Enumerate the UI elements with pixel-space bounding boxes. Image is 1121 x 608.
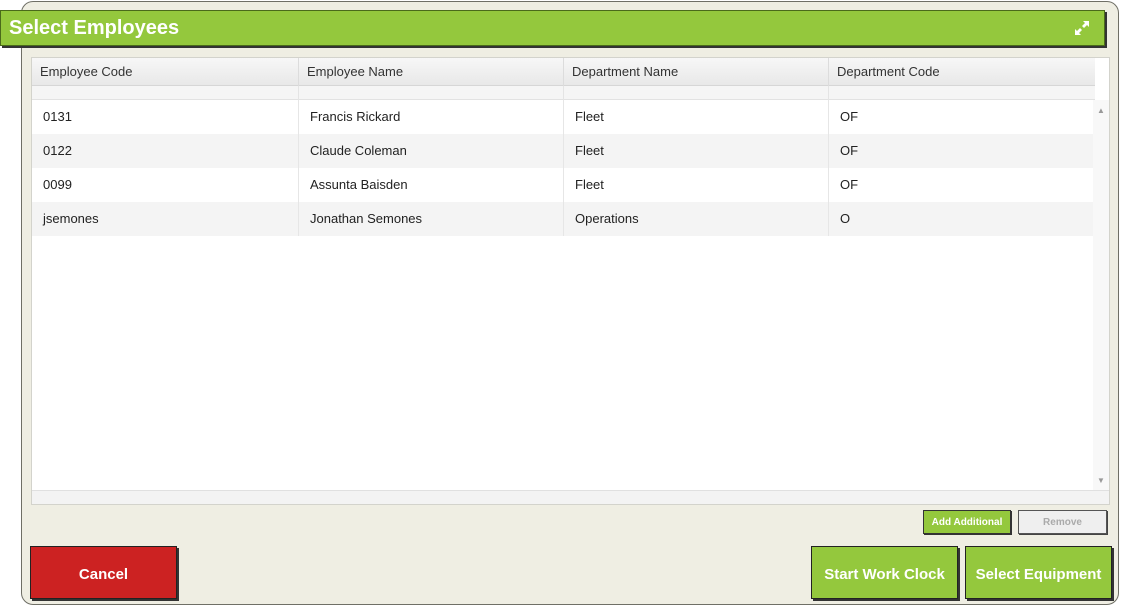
column-header-employee-name[interactable]: Employee Name — [299, 58, 564, 86]
select-equipment-button[interactable]: Select Equipment — [965, 546, 1112, 599]
department-name-cell: Operations — [564, 202, 829, 236]
table-row[interactable]: 0099 Assunta Baisden Fleet OF — [32, 168, 1095, 202]
column-header-employee-code[interactable]: Employee Code — [32, 58, 299, 86]
column-header-department-name[interactable]: Department Name — [564, 58, 829, 86]
employees-grid: Employee Code Employee Name Department N… — [31, 57, 1110, 505]
grid-rows: 0131 Francis Rickard Fleet OF 0122 Claud… — [32, 100, 1095, 236]
dialog-title: Select Employees — [9, 17, 180, 39]
department-name-cell: Fleet — [564, 100, 829, 134]
cancel-button[interactable]: Cancel — [30, 546, 177, 599]
scroll-up-arrow-icon[interactable]: ▲ — [1093, 104, 1109, 118]
column-header-department-code[interactable]: Department Code — [829, 58, 1095, 86]
employee-code-cell: jsemones — [32, 202, 299, 236]
employee-code-cell: 0099 — [32, 168, 299, 202]
scroll-down-arrow-icon[interactable]: ▼ — [1093, 474, 1109, 488]
expand-icon[interactable] — [1072, 18, 1092, 38]
remove-button[interactable]: Remove — [1018, 510, 1107, 534]
filter-cell[interactable] — [299, 86, 564, 100]
employee-name-cell: Jonathan Semones — [299, 202, 564, 236]
employee-code-cell: 0131 — [32, 100, 299, 134]
grid-footer — [32, 490, 1109, 504]
filter-cell[interactable] — [32, 86, 299, 100]
table-row[interactable]: 0131 Francis Rickard Fleet OF — [32, 100, 1095, 134]
department-code-cell: OF — [840, 109, 859, 124]
start-work-clock-button[interactable]: Start Work Clock — [811, 546, 958, 599]
grid-vertical-scrollbar[interactable]: ▲ ▼ — [1093, 100, 1109, 490]
grid-header: Employee Code Employee Name Department N… — [32, 58, 1095, 86]
filter-cell[interactable] — [829, 86, 1095, 100]
dialog-titlebar: Select Employees — [0, 10, 1105, 46]
table-row[interactable]: jsemones Jonathan Semones Operations O — [32, 202, 1095, 236]
department-name-cell: Fleet — [564, 168, 829, 202]
table-row[interactable]: 0122 Claude Coleman Fleet OF — [32, 134, 1095, 168]
grid-filter-row — [32, 86, 1095, 100]
filter-cell[interactable] — [564, 86, 829, 100]
department-code-cell: OF — [840, 143, 859, 158]
employee-code-cell: 0122 — [32, 134, 299, 168]
employee-name-cell: Claude Coleman — [299, 134, 564, 168]
department-code-cell: O — [840, 211, 851, 226]
employee-name-cell: Francis Rickard — [299, 100, 564, 134]
add-additional-button[interactable]: Add Additional — [923, 510, 1011, 534]
employee-name-cell: Assunta Baisden — [299, 168, 564, 202]
department-name-cell: Fleet — [564, 134, 829, 168]
department-code-cell: OF — [840, 177, 859, 192]
